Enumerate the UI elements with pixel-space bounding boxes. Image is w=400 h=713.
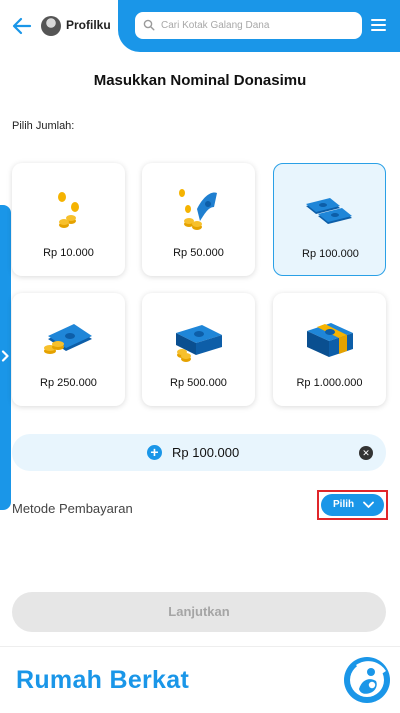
banknote-coins-icon — [44, 324, 92, 354]
clear-icon[interactable]: ✕ — [359, 446, 373, 460]
search-input[interactable] — [161, 12, 356, 39]
coins-banknote-icon — [179, 189, 217, 230]
page-title: Masukkan Nominal Donasimu — [93, 72, 307, 89]
amount-value: Rp 100.000 — [172, 445, 240, 460]
amount-option-100000[interactable]: Rp 100.000 — [273, 163, 386, 276]
amount-option-10000[interactable]: Rp 10.000 — [12, 163, 125, 276]
amount-label: Rp 250.000 — [40, 377, 97, 389]
back-arrow-icon[interactable] — [10, 14, 34, 38]
choose-payment-button[interactable]: Pilih — [321, 494, 384, 516]
search-bar[interactable] — [135, 12, 362, 39]
side-drawer-tab[interactable] — [0, 205, 11, 510]
amount-label: Rp 100.000 — [302, 248, 359, 260]
brand-logo-icon — [344, 657, 390, 703]
plus-icon: + — [147, 445, 162, 460]
choose-amount-label: Pilih Jumlah: — [12, 120, 75, 132]
money-bundle-icon — [307, 323, 353, 357]
chevron-down-icon — [363, 501, 374, 508]
amount-label: Rp 500.000 — [170, 377, 227, 389]
hamburger-menu-icon[interactable] — [371, 19, 386, 31]
amount-label: Rp 10.000 — [43, 247, 94, 259]
footer-divider — [0, 646, 400, 647]
choose-payment-label: Pilih — [333, 499, 355, 510]
amount-label: Rp 50.000 — [173, 247, 224, 259]
amount-option-1000000[interactable]: Rp 1.000.000 — [273, 293, 386, 406]
money-stack-coins-icon — [176, 325, 222, 362]
banknotes-icon — [306, 198, 352, 224]
search-icon — [143, 19, 155, 31]
amount-option-500000[interactable]: Rp 500.000 — [142, 293, 255, 406]
coins-icon — [58, 192, 79, 228]
custom-amount-field[interactable]: + Rp 100.000 ✕ — [12, 434, 386, 471]
payment-method-label: Metode Pembayaran — [12, 501, 133, 516]
avatar[interactable] — [41, 16, 61, 36]
chevron-right-icon — [1, 350, 9, 362]
continue-button[interactable]: Lanjutkan — [12, 592, 386, 632]
amount-label: Rp 1.000.000 — [296, 377, 363, 389]
top-bar: Profilku — [0, 0, 400, 52]
amount-option-250000[interactable]: Rp 250.000 — [12, 293, 125, 406]
profile-label[interactable]: Profilku — [66, 18, 111, 32]
brand-name: Rumah Berkat — [16, 666, 190, 694]
amount-option-50000[interactable]: Rp 50.000 — [142, 163, 255, 276]
